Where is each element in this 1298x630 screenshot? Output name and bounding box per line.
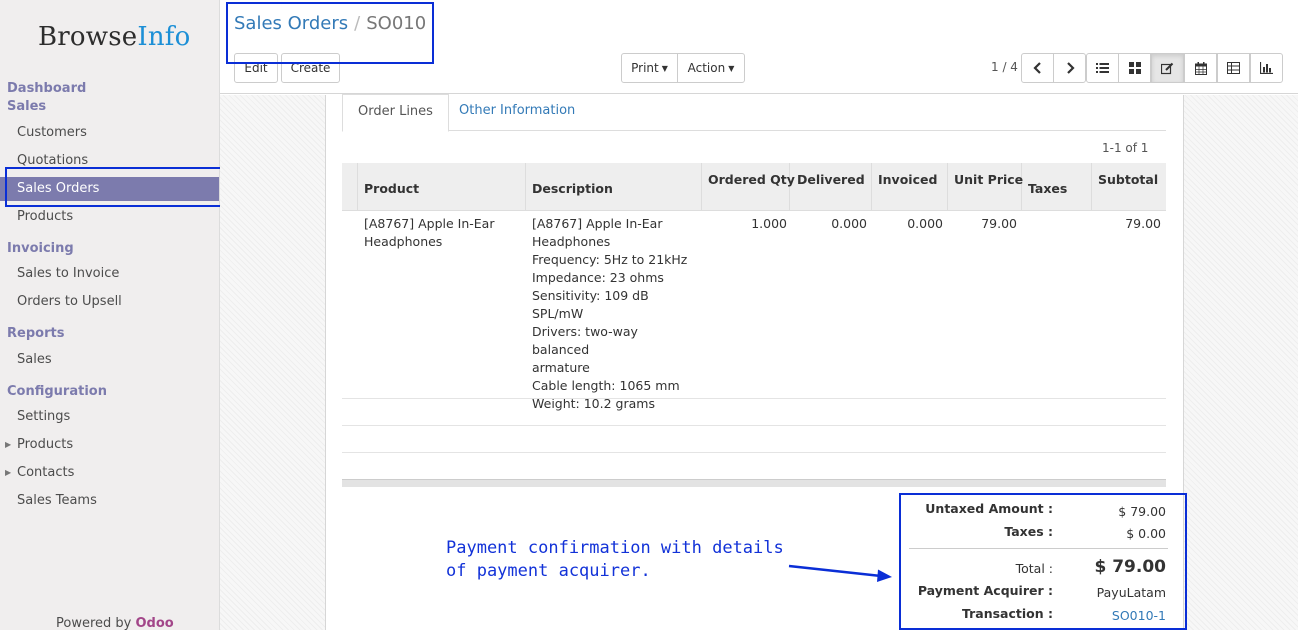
list-view-button[interactable] <box>1086 53 1119 83</box>
pivot-view-button[interactable] <box>1217 53 1250 83</box>
column-header-delivered[interactable]: Delivered <box>797 172 865 187</box>
column-separator <box>947 163 948 211</box>
cell-product[interactable]: [A8767] Apple In-Ear Headphones <box>364 215 522 251</box>
record-count: 1-1 of 1 <box>1102 141 1149 155</box>
form-view-icon <box>1161 62 1174 74</box>
column-separator <box>1091 163 1092 211</box>
list-view-icon <box>1096 63 1109 73</box>
calendar-view-icon <box>1194 61 1207 75</box>
column-header-description[interactable]: Description <box>532 181 613 196</box>
menu-section-sales[interactable]: Sales <box>7 99 46 114</box>
column-header-subtotal[interactable]: Subtotal <box>1098 172 1158 187</box>
kanban-view-icon <box>1128 62 1141 74</box>
caret-right-icon: ▶ <box>5 468 12 477</box>
menu-section-dashboard[interactable]: Dashboard <box>7 81 86 96</box>
notebook-tabs: Order Lines Other Information <box>342 94 1166 132</box>
sidebar-item-customers[interactable]: Customers <box>0 121 219 145</box>
sidebar-item-config-products[interactable]: ▶ Products <box>0 433 219 457</box>
action-dropdown[interactable]: Action ▼ <box>677 53 745 83</box>
sidebar-item-orders-to-upsell[interactable]: Orders to Upsell <box>0 290 219 314</box>
column-separator <box>871 163 872 211</box>
cell-unit-price[interactable]: 79.00 <box>947 215 1017 233</box>
annotation-highlight-totals <box>899 493 1187 630</box>
row-divider <box>342 425 1166 426</box>
menu-section-reports[interactable]: Reports <box>7 326 64 341</box>
cell-ordered-qty[interactable]: 1.000 <box>701 215 787 233</box>
annotation-note: Payment confirmation with details of pay… <box>446 538 784 581</box>
column-separator <box>789 163 790 211</box>
sidebar-item-products[interactable]: Products <box>0 205 219 229</box>
print-dropdown[interactable]: Print ▼ <box>621 53 678 83</box>
annotation-highlight-breadcrumb <box>226 2 434 64</box>
sidebar: BrowseInfo Dashboard Sales Customers Quo… <box>0 0 220 630</box>
pager-next-button[interactable] <box>1053 53 1086 83</box>
sidebar-item-sales-teams[interactable]: Sales Teams <box>0 489 219 513</box>
column-separator <box>1021 163 1022 211</box>
powered-by: Powered by Odoo <box>56 616 174 630</box>
row-divider <box>342 398 1166 399</box>
logo[interactable]: BrowseInfo <box>38 22 190 52</box>
sidebar-item-sales-to-invoice[interactable]: Sales to Invoice <box>0 262 219 286</box>
column-header-unit-price[interactable]: Unit Price <box>954 172 1023 187</box>
tab-order-lines[interactable]: Order Lines <box>342 94 449 132</box>
pager-previous-button[interactable] <box>1021 53 1054 83</box>
menu-section-configuration[interactable]: Configuration <box>7 384 107 399</box>
cell-invoiced[interactable]: 0.000 <box>871 215 943 233</box>
graph-view-button[interactable] <box>1250 53 1283 83</box>
column-separator <box>525 163 526 211</box>
form-view-button[interactable] <box>1151 53 1184 83</box>
column-header-invoiced[interactable]: Invoiced <box>878 172 937 187</box>
menu-section-invoicing[interactable]: Invoicing <box>7 241 74 256</box>
pager-value[interactable]: 1 / 4 <box>991 60 1018 74</box>
chevron-left-icon <box>1032 62 1041 74</box>
sidebar-item-contacts[interactable]: ▶ Contacts <box>0 461 219 485</box>
graph-view-icon <box>1260 62 1273 74</box>
pivot-view-icon <box>1227 62 1240 74</box>
column-header-ordered-qty[interactable]: Ordered Qty <box>708 172 795 187</box>
column-separator <box>357 163 358 211</box>
annotation-highlight-sales-orders <box>5 167 222 207</box>
cell-subtotal[interactable]: 79.00 <box>1091 215 1161 233</box>
row-divider <box>342 452 1166 453</box>
sidebar-item-settings[interactable]: Settings <box>0 405 219 429</box>
chevron-right-icon <box>1066 62 1075 74</box>
odoo-link[interactable]: Odoo <box>136 616 174 630</box>
column-header-taxes[interactable]: Taxes <box>1028 181 1067 196</box>
cell-description[interactable]: [A8767] Apple In-Ear Headphones Frequenc… <box>532 215 698 413</box>
calendar-view-button[interactable] <box>1184 53 1217 83</box>
caret-down-icon: ▼ <box>728 64 735 73</box>
caret-down-icon: ▼ <box>661 64 668 73</box>
caret-right-icon: ▶ <box>5 440 12 449</box>
column-header-product[interactable]: Product <box>364 181 419 196</box>
table-footer <box>342 479 1166 487</box>
kanban-view-button[interactable] <box>1118 53 1151 83</box>
tab-other-information[interactable]: Other Information <box>444 94 590 132</box>
cell-delivered[interactable]: 0.000 <box>789 215 867 233</box>
column-separator <box>701 163 702 211</box>
annotation-arrow-icon <box>788 564 892 582</box>
sidebar-item-reports-sales[interactable]: Sales <box>0 348 219 372</box>
